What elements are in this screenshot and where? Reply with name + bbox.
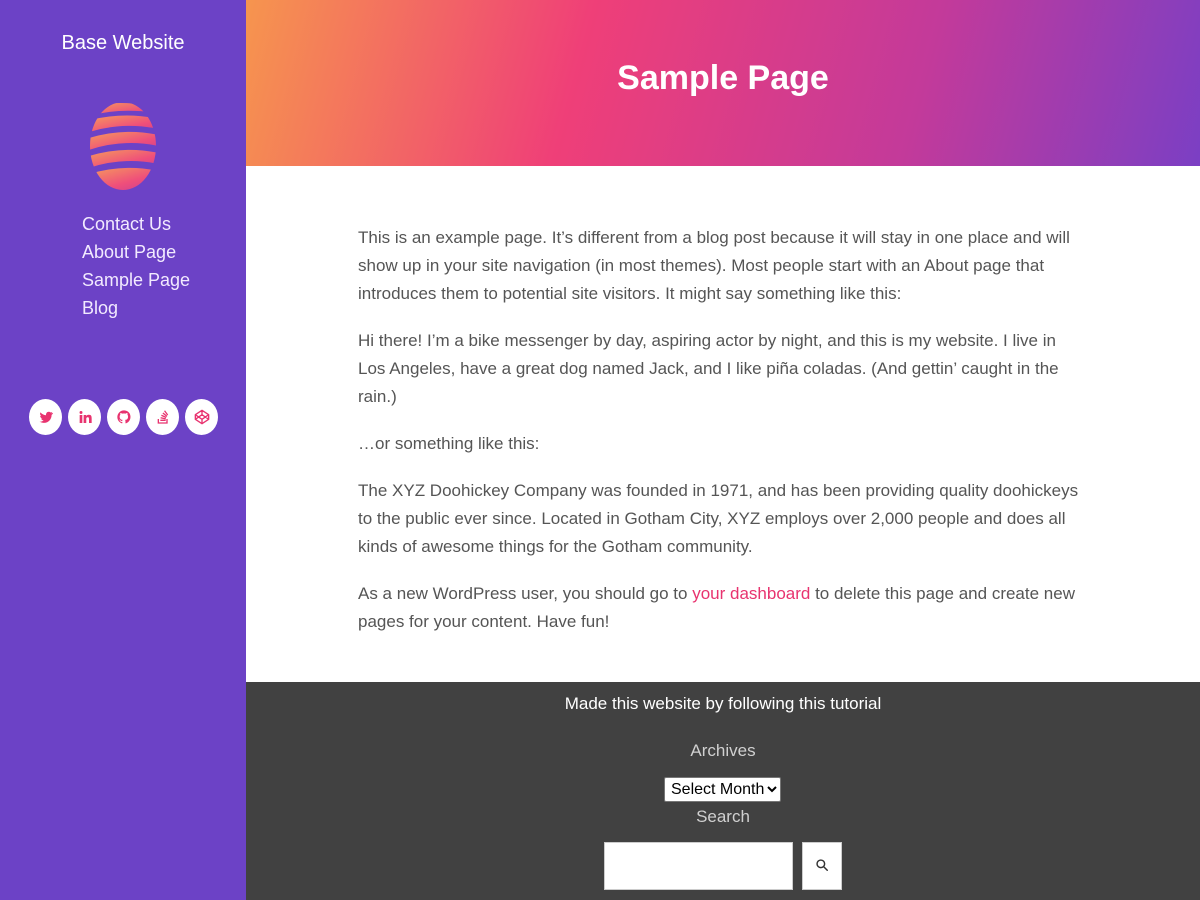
site-logo[interactable] — [88, 100, 158, 190]
page-title: Sample Page — [617, 58, 829, 97]
content-text: As a new WordPress user, you should go t… — [358, 584, 693, 603]
nav-item-sample-page[interactable]: Sample Page — [82, 266, 190, 294]
page-header: Sample Page — [246, 0, 1200, 166]
stackoverflow-icon[interactable] — [146, 399, 179, 435]
sidebar-nav: Contact Us About Page Sample Page Blog — [82, 210, 190, 322]
footer-credit: Made this website by following this tuto… — [564, 694, 882, 713]
content-paragraph: As a new WordPress user, you should go t… — [358, 580, 1088, 636]
social-links — [29, 399, 218, 435]
nav-link-sample-page[interactable]: Sample Page — [82, 270, 190, 290]
nav-item-about-page[interactable]: About Page — [82, 238, 190, 266]
github-icon[interactable] — [107, 399, 140, 435]
nav-item-blog[interactable]: Blog — [82, 294, 190, 322]
site-footer: Made this website by following this tuto… — [246, 682, 1200, 900]
content-paragraph: …or something like this: — [358, 434, 540, 453]
twitter-icon[interactable] — [29, 399, 62, 435]
archives-heading: Archives — [690, 741, 756, 760]
sidebar: Base Website Contact Us About Page Sampl… — [0, 0, 246, 900]
linkedin-icon[interactable] — [68, 399, 101, 435]
content-paragraph: The XYZ Doohickey Company was founded in… — [358, 481, 1079, 556]
nav-link-about-page[interactable]: About Page — [82, 242, 176, 262]
nav-item-contact-us[interactable]: Contact Us — [82, 210, 190, 238]
nav-link-blog[interactable]: Blog — [82, 298, 118, 318]
site-title[interactable]: Base Website — [0, 32, 246, 55]
dashboard-link[interactable]: your dashboard — [692, 584, 810, 603]
nav-link-contact-us[interactable]: Contact Us — [82, 214, 171, 234]
content-paragraph: This is an example page. It’s different … — [358, 228, 1070, 303]
search-button[interactable] — [802, 842, 842, 890]
search-icon — [815, 858, 829, 875]
content-paragraph: Hi there! I’m a bike messenger by day, a… — [358, 331, 1059, 406]
archives-select[interactable]: Select Month — [664, 777, 781, 802]
codepen-icon[interactable] — [185, 399, 218, 435]
search-input[interactable] — [604, 842, 793, 890]
page-content: This is an example page. It’s different … — [358, 224, 1088, 655]
search-heading: Search — [696, 807, 750, 826]
